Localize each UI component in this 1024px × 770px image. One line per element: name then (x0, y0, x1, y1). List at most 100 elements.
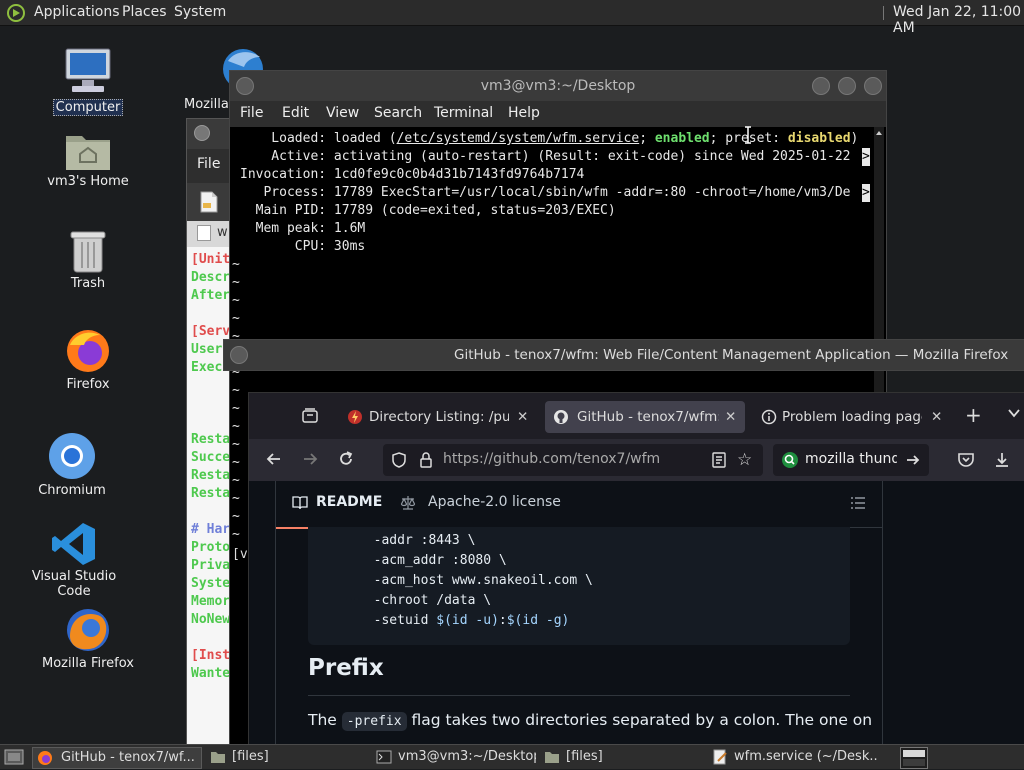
shield-icon[interactable] (391, 452, 407, 472)
editor-line: # Har (191, 522, 231, 537)
bookmark-star-icon[interactable]: ☆ (737, 450, 752, 470)
empty-line-marker: ~ (232, 293, 240, 308)
empty-line-marker: ~ (232, 311, 240, 326)
desktop-icon-trash[interactable]: Trash (33, 228, 143, 291)
terminal-line: Invocation: 1cd0fe9c0c0b4d31b7143fd9764b… (240, 167, 585, 182)
taskbar-item-firefox[interactable]: GitHub - tenox7/wf... (32, 747, 202, 769)
desktop-icon-label: Firefox (66, 377, 110, 392)
firefox-window[interactable]: Directory Listing: /pub/t ✕ GitHub - ten… (248, 392, 1024, 746)
forward-icon[interactable] (301, 450, 319, 472)
tab-problem-loading[interactable]: Problem loading page ✕ (755, 401, 947, 433)
empty-line-marker: ~ (232, 437, 240, 452)
menu-terminal[interactable]: Terminal (434, 105, 493, 121)
tab-close-icon[interactable]: ✕ (725, 401, 736, 433)
minimize-icon[interactable] (812, 77, 830, 95)
page-content[interactable]: README Apache-2.0 license -addr :8443 \ … (249, 481, 1024, 745)
firefox-titlebar[interactable]: GitHub - tenox7/wfm: Web File/Content Ma… (223, 339, 1024, 371)
lock-icon[interactable] (419, 452, 433, 472)
tab-close-icon[interactable]: ✕ (517, 401, 528, 433)
maximize-icon[interactable] (838, 77, 856, 95)
search-icon[interactable] (781, 451, 799, 473)
tab-github-wfm[interactable]: GitHub - tenox7/wfm: W ✕ (545, 401, 745, 433)
editor-line: Resta (191, 468, 231, 483)
paragraph: The -prefix flag takes two directories s… (308, 711, 873, 731)
menu-view[interactable]: View (326, 105, 359, 121)
workspace-1[interactable] (903, 750, 925, 757)
desktop-icon-home[interactable]: vm3's Home (33, 128, 143, 189)
search-text: mozilla thunde (805, 451, 897, 467)
top-panel: Applications Places System Wed Jan 22, 1… (0, 0, 1024, 36)
readme-box: README Apache-2.0 license -addr :8443 \ … (275, 481, 883, 745)
readme-tab[interactable]: README (276, 481, 384, 529)
window-menu-icon[interactable] (236, 77, 254, 95)
window-menu-icon[interactable] (230, 346, 248, 364)
system-logo-icon[interactable] (6, 3, 26, 27)
taskbar-item-editor[interactable]: wfm.service (~/Desk... (708, 747, 878, 767)
close-icon[interactable] (864, 77, 882, 95)
taskbar-item-label: GitHub - tenox7/wf... (61, 750, 195, 765)
home-folder-icon (66, 136, 110, 170)
document-tab-label[interactable]: w (217, 225, 228, 240)
book-icon (292, 495, 308, 514)
desktop-icon-mozilla-firefox[interactable]: Mozilla Firefox (33, 606, 143, 671)
window-close-icon[interactable] (194, 125, 210, 141)
taskbar-item-files[interactable]: [files] (206, 747, 366, 767)
list-tabs-icon[interactable] (1007, 405, 1021, 424)
firefox-window-title: GitHub - tenox7/wfm: Web File/Content Ma… (454, 347, 1009, 363)
taskbar-item-label: [files] (566, 749, 603, 764)
workspace-switcher[interactable] (900, 747, 928, 769)
back-icon[interactable] (265, 450, 283, 472)
pocket-icon[interactable] (957, 451, 975, 473)
editor-line: Proto (191, 540, 231, 555)
desktop-icon-chromium[interactable]: Chromium (17, 431, 127, 498)
readme-tab-label: README (316, 494, 383, 510)
code-block[interactable]: -addr :8443 \ -acm_addr :8080 \ -acm_hos… (308, 527, 850, 645)
editor-line: User (191, 342, 223, 357)
workspace-2[interactable] (903, 759, 925, 766)
desktop-icon-label: Visual Studio Code (31, 569, 117, 599)
taskbar-item-terminal[interactable]: vm3@vm3:~/Desktop (372, 747, 536, 767)
reader-view-icon[interactable] (711, 452, 727, 472)
scroll-up-icon[interactable] (875, 129, 883, 137)
reload-icon[interactable] (337, 450, 355, 472)
editor-line: Resta (191, 486, 231, 501)
menu-file[interactable]: File (240, 105, 263, 121)
enabled-status: enabled (654, 131, 710, 146)
desktop-icon-computer[interactable]: Computer (33, 45, 143, 116)
go-arrow-icon[interactable] (905, 452, 921, 472)
terminal-line-loaded: Loaded: loaded (/etc/systemd/system/wfm.… (240, 131, 859, 146)
show-desktop-icon[interactable] (4, 748, 24, 770)
new-tab-icon[interactable]: + (965, 403, 982, 427)
terminal-partial-text: [v (232, 547, 248, 562)
search-bar[interactable]: mozilla thunde (773, 444, 929, 476)
license-tab[interactable]: Apache-2.0 license (428, 494, 561, 510)
terminal-line: Active: activating (auto-restart) (Resul… (240, 149, 851, 164)
menu-edit[interactable]: Edit (282, 105, 309, 121)
terminal-titlebar[interactable]: vm3@vm3:~/Desktop (230, 71, 886, 101)
terminal-line: Mem peak: 1.6M (240, 221, 366, 236)
downloads-icon[interactable] (993, 451, 1011, 473)
menu-search[interactable]: Search (374, 105, 422, 121)
menu-help[interactable]: Help (508, 105, 540, 121)
tab-directory-listing[interactable]: Directory Listing: /pub/t ✕ (341, 401, 533, 433)
code-line: -setuid $(id -u):$(id -g) (358, 613, 570, 628)
desktop-icon-label: Trash (70, 276, 106, 291)
taskbar-item-label: vm3@vm3:~/Desktop (398, 749, 536, 764)
preset-status: disabled (787, 131, 851, 146)
desktop-icon-firefox[interactable]: Firefox (33, 327, 143, 392)
law-icon (400, 495, 416, 515)
empty-line-marker: ~ (232, 401, 240, 416)
clock[interactable]: Wed Jan 22, 11:00 AM (893, 4, 1024, 36)
tab-overview-icon[interactable] (301, 407, 319, 429)
taskbar-item-files-2[interactable]: [files] (540, 747, 700, 767)
menu-file[interactable]: File (197, 156, 220, 172)
desktop-icon-vscode[interactable]: Visual Studio Code (19, 521, 129, 599)
new-document-icon[interactable] (199, 191, 219, 217)
system-menu[interactable]: System (174, 4, 226, 20)
outline-icon[interactable] (850, 495, 866, 515)
tab-close-icon[interactable]: ✕ (931, 401, 942, 433)
places-menu[interactable]: Places (122, 4, 167, 20)
applications-menu[interactable]: Applications (34, 4, 120, 20)
editor-line: Exec (191, 360, 223, 375)
url-bar[interactable]: https://github.com/tenox7/wfm ☆ (383, 444, 763, 476)
